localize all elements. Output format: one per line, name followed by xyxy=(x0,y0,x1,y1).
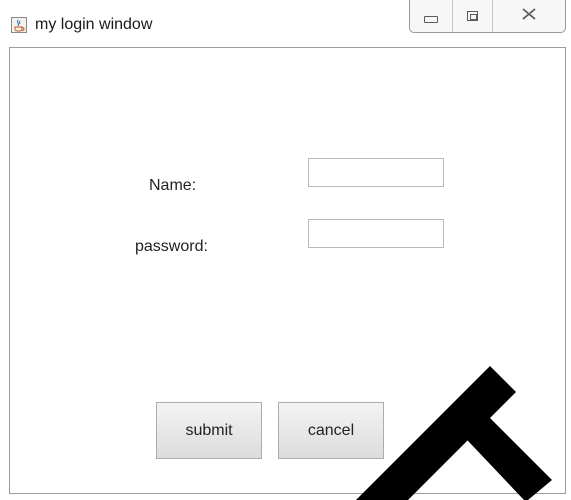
name-field[interactable] xyxy=(308,158,444,187)
maximize-icon xyxy=(467,11,478,21)
login-window: my login window Name: password: submit c… xyxy=(0,0,571,500)
maximize-button[interactable] xyxy=(453,0,493,32)
java-cup-icon xyxy=(11,17,27,33)
close-button[interactable] xyxy=(493,0,565,32)
minimize-icon xyxy=(424,15,438,23)
minimize-button[interactable] xyxy=(410,0,453,32)
password-field[interactable] xyxy=(308,219,444,248)
content-panel: Name: password: submit cancel xyxy=(9,47,566,494)
submit-button[interactable]: submit xyxy=(156,402,262,459)
window-controls xyxy=(409,0,566,33)
close-icon xyxy=(522,7,536,25)
name-label: Name: xyxy=(149,177,197,194)
window-title: my login window xyxy=(35,16,153,33)
password-label: password: xyxy=(135,238,208,255)
title-bar[interactable]: my login window xyxy=(0,0,571,48)
cancel-button[interactable]: cancel xyxy=(278,402,384,459)
